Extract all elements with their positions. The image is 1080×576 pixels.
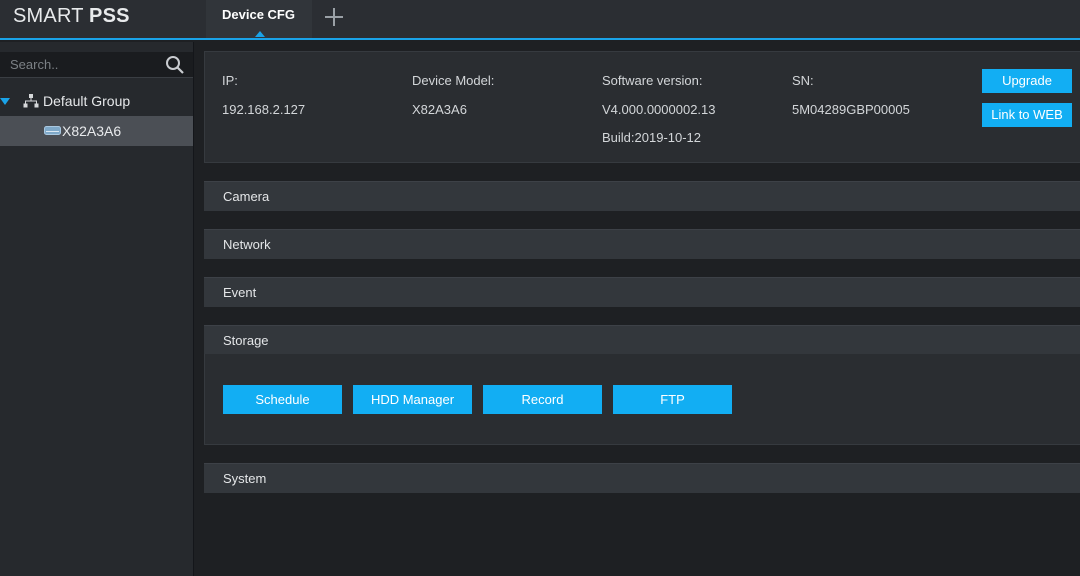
tree-group-default[interactable]: Default Group bbox=[0, 90, 193, 114]
tab-device-cfg[interactable]: Device CFG bbox=[206, 0, 312, 38]
record-button[interactable]: Record bbox=[483, 385, 602, 414]
sn-label: SN: bbox=[792, 73, 814, 88]
group-label: Default Group bbox=[43, 93, 131, 109]
tree-device-item[interactable]: X82A3A6 bbox=[0, 116, 193, 146]
section-label: Storage bbox=[223, 333, 269, 348]
section-event[interactable]: Event bbox=[204, 277, 1080, 307]
device-label: X82A3A6 bbox=[62, 123, 122, 139]
search-input[interactable] bbox=[0, 52, 160, 77]
hdd-manager-button[interactable]: HDD Manager bbox=[353, 385, 472, 414]
section-network[interactable]: Network bbox=[204, 229, 1080, 259]
search-box bbox=[0, 52, 193, 78]
ip-label: IP: bbox=[222, 73, 238, 88]
app-logo: SMART PSS bbox=[13, 5, 130, 27]
ip-value: 192.168.2.127 bbox=[222, 102, 306, 117]
schedule-button[interactable]: Schedule bbox=[223, 385, 342, 414]
sidebar: Default Group X82A3A6 bbox=[0, 42, 194, 576]
build-value: Build:2019-10-12 bbox=[602, 130, 702, 145]
model-label: Device Model: bbox=[412, 73, 495, 88]
section-label: Event bbox=[223, 285, 257, 300]
group-tree-icon bbox=[23, 94, 39, 108]
storage-panel: Schedule HDD Manager Record FTP bbox=[204, 354, 1080, 445]
section-label: Camera bbox=[223, 189, 270, 204]
model-value: X82A3A6 bbox=[412, 102, 467, 117]
active-tab-indicator bbox=[255, 31, 265, 37]
device-info-panel: IP: 192.168.2.127 Device Model: X82A3A6 … bbox=[204, 51, 1080, 163]
top-bar: SMART PSS Device CFG bbox=[0, 0, 1080, 40]
software-value: V4.000.0000002.13 bbox=[602, 102, 716, 117]
section-camera[interactable]: Camera bbox=[204, 181, 1080, 211]
upgrade-button[interactable]: Upgrade bbox=[982, 69, 1072, 93]
section-label: System bbox=[223, 471, 267, 486]
add-tab-icon[interactable] bbox=[322, 5, 346, 29]
sn-value: 5M04289GBP00005 bbox=[792, 102, 910, 117]
section-label: Network bbox=[223, 237, 271, 252]
section-system[interactable]: System bbox=[204, 463, 1080, 493]
nvr-device-icon bbox=[44, 126, 61, 135]
expand-arrow-icon[interactable] bbox=[0, 98, 10, 105]
tab-label: Device CFG bbox=[222, 7, 295, 22]
ftp-button[interactable]: FTP bbox=[613, 385, 732, 414]
link-to-web-button[interactable]: Link to WEB bbox=[982, 103, 1072, 127]
search-icon[interactable] bbox=[165, 55, 185, 75]
section-storage[interactable]: Storage bbox=[204, 325, 1080, 355]
software-label: Software version: bbox=[602, 73, 703, 88]
